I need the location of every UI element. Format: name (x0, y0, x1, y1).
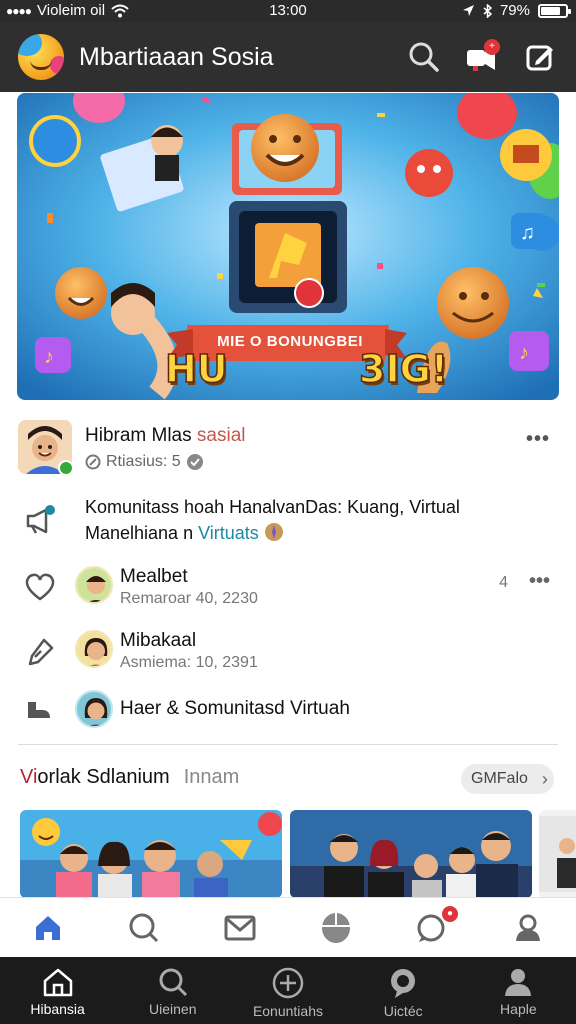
search-icon (409, 42, 439, 72)
mail-icon (224, 915, 256, 940)
comment-avatar[interactable] (75, 630, 113, 668)
comment-item[interactable]: Haer & Somunitasd Virtuah (18, 688, 558, 736)
nav-mouse-button[interactable] (316, 908, 356, 948)
post-meta: Rtiasius: 5 (85, 453, 204, 471)
banner-hu-text: HU (164, 346, 228, 392)
megaphone-icon (26, 505, 55, 534)
search-button[interactable] (406, 39, 442, 75)
divider (18, 744, 558, 745)
post-header: Hibram Mlas sasial Rtiasius: 5 ••• (18, 420, 558, 476)
globe-icon (186, 454, 203, 470)
battery-icon (538, 3, 571, 18)
post-link[interactable]: Virtuats (198, 523, 259, 543)
tab-search[interactable]: Uieinen (123, 957, 223, 1024)
profile-icon (505, 969, 532, 996)
tab-profile-label: Haple (500, 1001, 537, 1017)
online-status-icon (58, 460, 74, 476)
home-icon (36, 915, 60, 940)
battery-percent: 79% (499, 2, 530, 19)
tab-home-label: Hibansia (30, 1001, 85, 1017)
status-bar: ●●●● Violeim oil 13:00 79% (0, 0, 576, 22)
chevron-right-icon: › (541, 769, 548, 789)
notification-badge: + (484, 39, 500, 55)
compose-button[interactable] (522, 39, 558, 75)
tab-create-label: Eonuntiahs (252, 1003, 323, 1019)
mouse-icon (322, 912, 350, 943)
link-icon[interactable] (24, 636, 56, 668)
app-title: Mbartiaaan Sosia (79, 42, 274, 71)
clock-icon (85, 454, 101, 470)
video-card[interactable] (20, 810, 282, 898)
bottom-tab-bar-light: ● (0, 897, 576, 957)
comment-avatar[interactable] (75, 566, 113, 604)
chat-badge: ● (442, 905, 458, 922)
svg-text:♪: ♪ (44, 346, 54, 368)
post-body: Komunitass hoah HanalvanDas: Kuang, Virt… (18, 494, 558, 546)
banner-sig-text: 3IG! (358, 346, 449, 392)
nav-chat-button[interactable]: ● (412, 905, 458, 948)
tab-chat[interactable]: Uictéc (353, 957, 453, 1024)
plus-circle-icon (272, 967, 304, 999)
post-author[interactable]: Hibram Mlas sasial (85, 425, 245, 447)
nav-profile-button[interactable] (508, 908, 548, 948)
comment-author[interactable]: Mealbet (120, 566, 188, 588)
tab-create[interactable]: Eonuntiahs (238, 957, 338, 1024)
reply-icon[interactable] (24, 696, 54, 726)
heart-icon[interactable] (24, 572, 56, 602)
chat-icon (391, 969, 416, 998)
comment-author[interactable]: Mibakaal (120, 630, 196, 652)
banner-illustration: ♪ ♪ ♫ (17, 93, 559, 400)
comment-more-button[interactable]: ••• (529, 570, 550, 593)
video-card[interactable] (539, 810, 576, 898)
hero-banner[interactable]: ♪ ♪ ♫ HU 3IG! MIE O BONUNGBEI (17, 93, 559, 400)
comment-item[interactable]: Mealbet Remaroar 40, 2230 4 ••• (18, 564, 558, 612)
tab-profile[interactable]: Haple (468, 957, 568, 1024)
comment-like-count: 4 (499, 574, 508, 591)
comment-item[interactable]: Mibakaal Asmiema: 10, 2391 (18, 628, 558, 676)
comment-text: Haer & Somunitasd Virtuah (120, 698, 350, 719)
section-subtitle: Innam (183, 766, 240, 788)
svg-text:♫: ♫ (520, 222, 535, 244)
see-all-button[interactable]: GMFalo › (461, 764, 554, 794)
comment-meta: Remaroar 40, 2230 (120, 590, 258, 607)
search-icon (159, 968, 187, 997)
home-icon (43, 968, 72, 997)
location-arrow-icon (462, 5, 474, 16)
svg-text:♪: ♪ (519, 342, 529, 364)
app-bar: Mbartiaaan Sosia + (0, 22, 576, 92)
comment-meta: Asmiema: 10, 2391 (120, 654, 258, 671)
tab-chat-label: Uictéc (383, 1003, 423, 1019)
post-more-button[interactable]: ••• (526, 428, 550, 451)
bottom-tab-bar-dark: Hibansia Uieinen Eonuntiahs Uictéc Haple (0, 957, 576, 1024)
edit-icon (526, 45, 553, 71)
post-text: Komunitass hoah HanalvanDas: Kuang, Virt… (85, 497, 460, 543)
comment-avatar[interactable] (75, 690, 113, 728)
section-title: Viorlak Sdlanium Innam (20, 766, 240, 788)
bluetooth-icon (483, 3, 492, 18)
tab-home[interactable]: Hibansia (8, 957, 108, 1024)
app-logo-icon[interactable] (18, 34, 64, 80)
video-card[interactable] (290, 810, 532, 898)
search-icon (129, 913, 159, 942)
emoji-icon (264, 523, 283, 541)
profile-icon (516, 914, 540, 941)
tab-search-label: Uieinen (149, 1001, 197, 1017)
banner-ribbon-text: MIE O BONUNGBEI (217, 333, 363, 350)
notifications-button[interactable]: + (464, 39, 500, 75)
nav-home-button[interactable] (28, 908, 68, 948)
nav-messages-button[interactable] (220, 908, 260, 948)
video-carousel[interactable] (20, 810, 576, 898)
nav-search-button[interactable] (124, 908, 164, 948)
